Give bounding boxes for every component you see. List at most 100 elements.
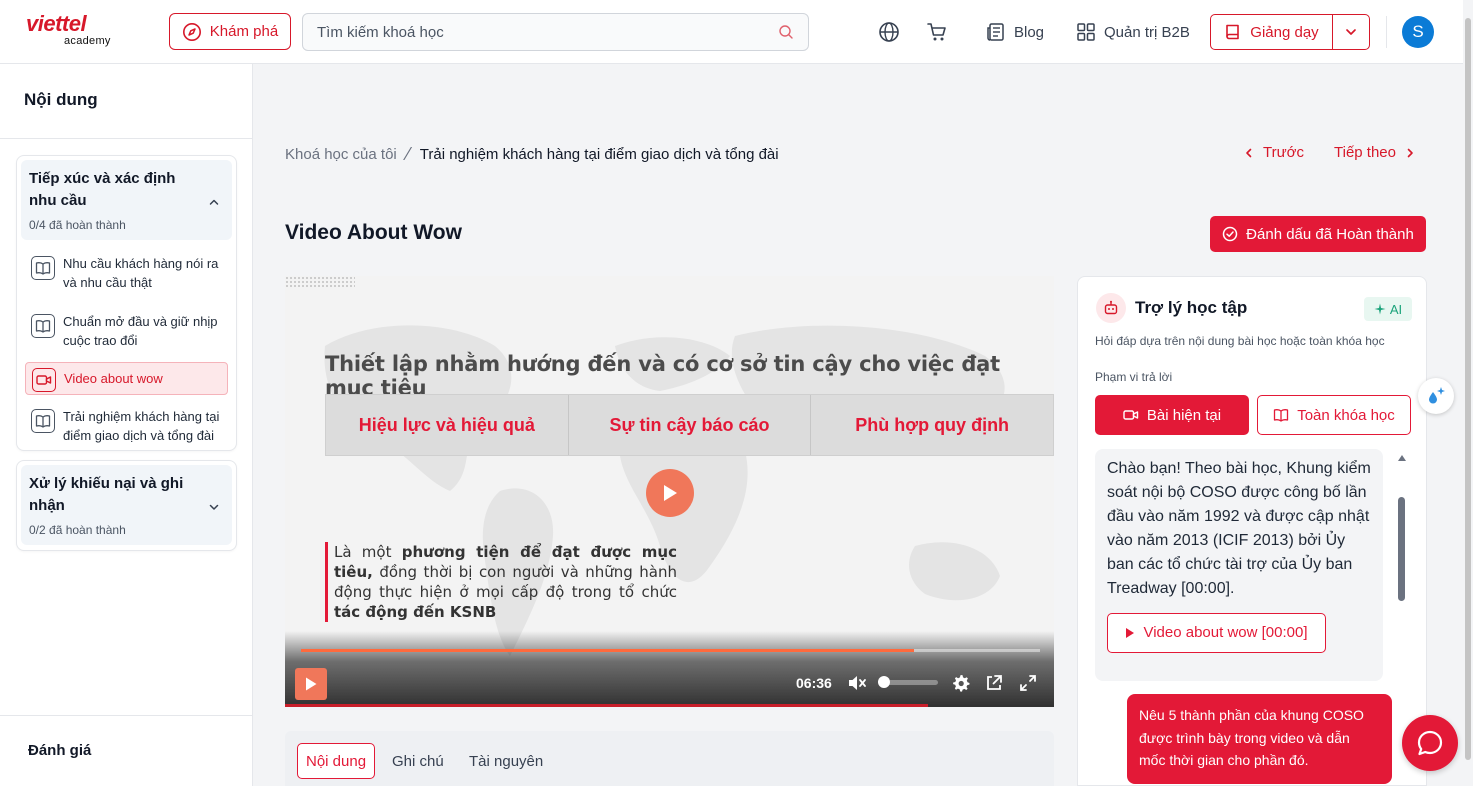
- video-progress-fill: [301, 649, 915, 652]
- blog-label: Blog: [1014, 23, 1045, 41]
- blog-link[interactable]: Blog: [986, 20, 1044, 44]
- book-icon: [1224, 23, 1242, 41]
- lesson-item[interactable]: Trải nghiệm khách hàng tại điểm giao dịc…: [25, 399, 228, 453]
- chevron-left-icon: [1243, 147, 1255, 159]
- grid-icon: [1076, 22, 1096, 42]
- quote-text: đồng thời bị con người và những hành độn…: [334, 563, 677, 601]
- decorative-dots: [285, 276, 355, 288]
- section-2-header[interactable]: Xử lý khiếu nại và ghi nhận 0/2 đã hoàn …: [21, 465, 232, 545]
- video-time: 06:36: [796, 675, 832, 691]
- mute-icon[interactable]: [846, 672, 868, 694]
- next-button[interactable]: Tiếp theo: [1334, 144, 1416, 161]
- breadcrumb-separator: ⁄: [406, 144, 410, 164]
- explore-button[interactable]: Khám phá: [169, 13, 291, 50]
- compass-icon: [182, 22, 202, 42]
- book-open-icon: [31, 256, 55, 280]
- video-timestamp-label: Video about wow [00:00]: [1143, 624, 1308, 641]
- teach-dropdown-toggle[interactable]: [1333, 15, 1369, 49]
- slide-objective-box: Hiệu lực và hiệu quả: [326, 395, 569, 455]
- breadcrumb-parent[interactable]: Khoá học của tôi: [285, 146, 397, 163]
- video-timestamp-link[interactable]: Video about wow [00:00]: [1107, 613, 1326, 653]
- play-icon: [1125, 627, 1135, 639]
- settings-gear-icon[interactable]: [950, 672, 972, 694]
- tab-notes[interactable]: Ghi chú: [384, 743, 452, 779]
- globe-icon[interactable]: [877, 20, 901, 44]
- search-input[interactable]: Tìm kiếm khoá học: [302, 13, 809, 51]
- cart-icon[interactable]: [925, 20, 949, 44]
- search-placeholder: Tìm kiếm khoá học: [317, 23, 444, 41]
- chevron-down-icon[interactable]: [208, 501, 220, 513]
- teach-label: Giảng dạy: [1250, 23, 1319, 41]
- play-button[interactable]: [295, 668, 327, 700]
- scope-current-lesson-button[interactable]: Bài hiện tại: [1095, 395, 1249, 435]
- lesson-label: Trải nghiệm khách hàng tại điểm giao dịc…: [63, 409, 220, 443]
- evaluation-link[interactable]: Đánh giá: [28, 742, 91, 759]
- teach-button-group: Giảng dạy: [1210, 14, 1370, 50]
- course-sidebar: Nội dung Tiếp xúc và xác định nhu cầu 0/…: [0, 64, 253, 786]
- scroll-up-arrow[interactable]: [1398, 455, 1406, 461]
- ai-sparkle-float-button[interactable]: [1418, 378, 1454, 414]
- scope-all-label: Toàn khóa học: [1297, 406, 1395, 424]
- section-1-progress: 0/4 đã hoàn thành: [29, 218, 126, 232]
- volume-knob[interactable]: [878, 676, 890, 688]
- page-scrollbar-thumb[interactable]: [1465, 18, 1471, 760]
- next-label: Tiếp theo: [1334, 144, 1396, 161]
- chat-scrollbar-thumb[interactable]: [1398, 497, 1405, 601]
- section-1-header[interactable]: Tiếp xúc và xác định nhu cầu 0/4 đã hoàn…: [21, 160, 232, 240]
- mark-complete-label: Đánh dấu đã Hoàn thành: [1246, 225, 1414, 243]
- section-2-title: Xử lý khiếu nại và ghi nhận: [29, 475, 184, 514]
- ai-badge-label: AI: [1389, 301, 1403, 317]
- section-1-title: Tiếp xúc và xác định nhu cầu: [29, 170, 176, 209]
- header-divider: [1386, 16, 1387, 48]
- avatar[interactable]: S: [1402, 16, 1434, 48]
- ai-badge: AI: [1364, 297, 1412, 321]
- scope-label: Phạm vi trả lời: [1095, 370, 1173, 384]
- book-open-icon: [1273, 408, 1289, 422]
- video-controls-bar: [285, 631, 1054, 707]
- learning-assistant-panel: Trợ lý học tập AI Hỏi đáp dựa trên nội d…: [1077, 276, 1427, 786]
- breadcrumb-current: Trải nghiệm khách hàng tại điểm giao dịc…: [419, 146, 779, 163]
- page-title: Video About Wow: [285, 221, 462, 244]
- fullscreen-icon[interactable]: [1017, 672, 1039, 694]
- logo-subtext: academy: [64, 35, 111, 47]
- breadcrumb: Khoá học của tôi ⁄ Trải nghiệm khách hàn…: [285, 144, 779, 165]
- quote-bold: tác động đến KSNB: [334, 603, 497, 621]
- robot-icon: [1096, 293, 1126, 323]
- logo-text: viettel: [26, 11, 87, 36]
- lesson-item-active[interactable]: Video about wow: [25, 362, 228, 395]
- search-icon[interactable]: [778, 24, 794, 40]
- chat-float-button[interactable]: [1402, 715, 1458, 771]
- slide-objective-box: Phù hợp quy định: [855, 414, 1010, 435]
- slide-quote: Là một phương tiện để đạt được mục tiêu,…: [325, 542, 677, 622]
- scope-whole-course-button[interactable]: Toàn khóa học: [1257, 395, 1411, 435]
- chevron-right-icon: [1404, 147, 1416, 159]
- lesson-label: Chuẩn mở đầu và giữ nhịp cuộc trao đổi: [63, 314, 218, 348]
- explore-label: Khám phá: [209, 23, 279, 40]
- sparkle-icon: [1374, 303, 1386, 315]
- lesson-item[interactable]: Chuẩn mở đầu và giữ nhịp cuộc trao đổi: [25, 304, 228, 358]
- b2b-admin-link[interactable]: Quản trị B2B: [1076, 20, 1190, 44]
- section-2: Xử lý khiếu nại và ghi nhận 0/2 đã hoàn …: [16, 460, 237, 551]
- slide-title: Thiết lập nhằm hướng đến và có cơ sở tin…: [325, 352, 1000, 400]
- assistant-message: Chào bạn! Theo bài học, Khung kiểm soát …: [1095, 449, 1383, 681]
- scope-current-label: Bài hiện tại: [1146, 406, 1222, 424]
- newspaper-icon: [986, 22, 1006, 42]
- tab-content[interactable]: Nội dung: [297, 743, 376, 779]
- prev-button[interactable]: Trước: [1243, 144, 1304, 161]
- assistant-title: Trợ lý học tập: [1135, 298, 1248, 317]
- teach-button[interactable]: Giảng dạy: [1211, 15, 1333, 49]
- sidebar-footer-divider: [0, 715, 253, 716]
- chevron-up-icon[interactable]: [208, 196, 220, 208]
- video-player[interactable]: Thiết lập nhằm hướng đến và có cơ sở tin…: [285, 276, 1054, 707]
- video-icon: [1123, 409, 1139, 421]
- mark-complete-button[interactable]: Đánh dấu đã Hoàn thành: [1210, 216, 1426, 252]
- popout-icon[interactable]: [983, 672, 1005, 694]
- video-progress-bar[interactable]: [301, 649, 1040, 652]
- video-icon: [32, 368, 56, 392]
- viettel-academy-logo[interactable]: viettel academy: [26, 12, 122, 52]
- sidebar-title: Nội dung: [24, 90, 98, 109]
- quote-text: Là một: [334, 543, 402, 561]
- play-overlay-button[interactable]: [646, 469, 694, 517]
- tab-resources[interactable]: Tài nguyên: [461, 743, 551, 779]
- lesson-item[interactable]: Nhu cầu khách hàng nói ra và nhu cầu thậ…: [25, 246, 228, 300]
